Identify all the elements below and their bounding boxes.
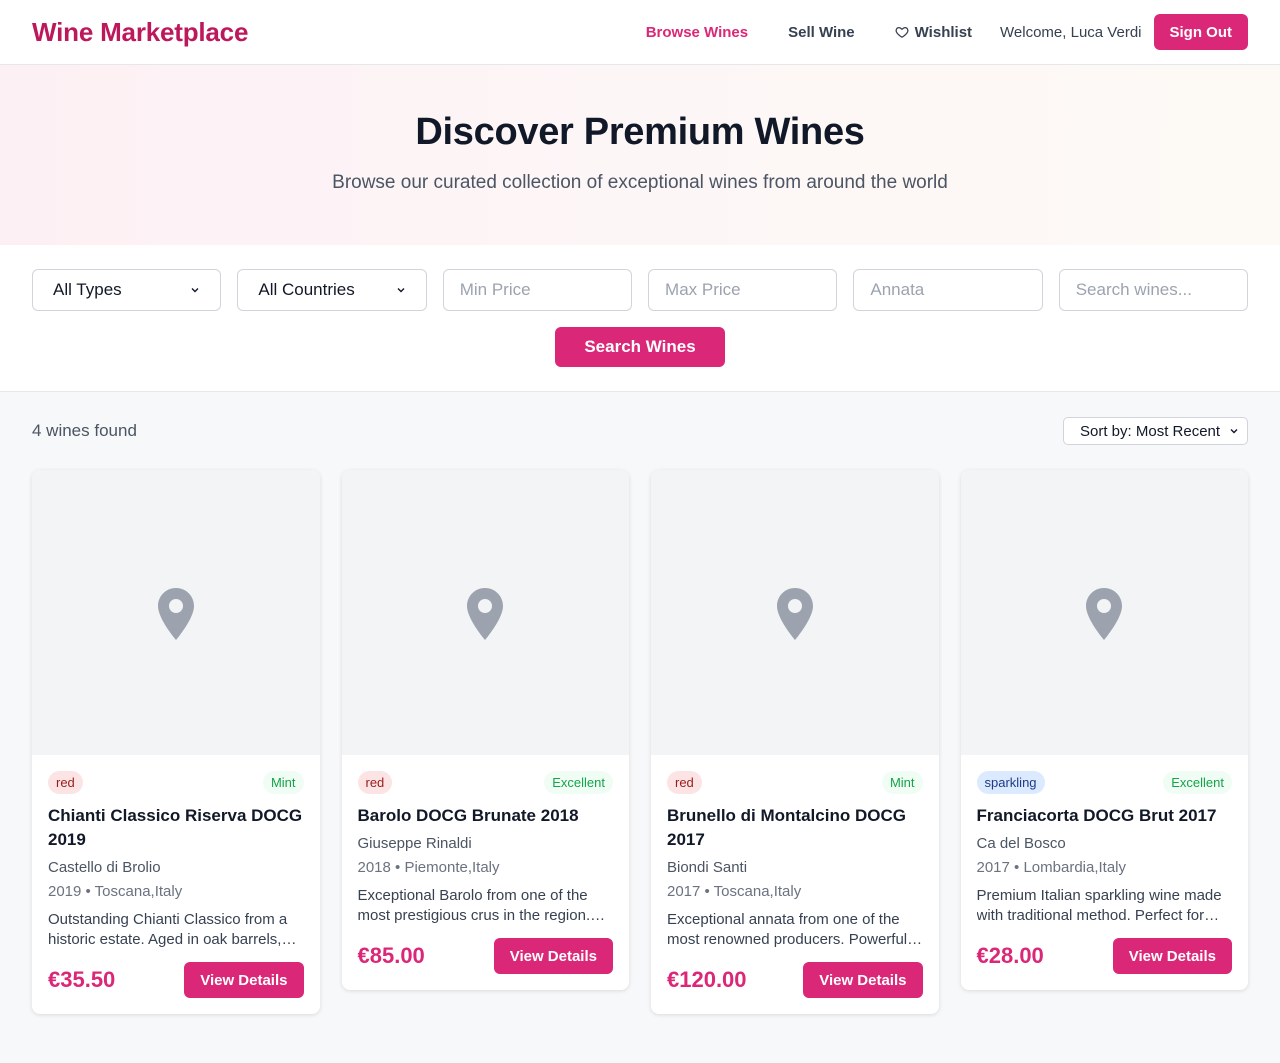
- wine-badges: red Mint: [48, 771, 304, 794]
- wine-card-body: sparkling Excellent Franciacorta DOCG Br…: [961, 755, 1249, 990]
- heart-icon: [895, 25, 909, 39]
- wine-image-placeholder[interactable]: [651, 470, 939, 755]
- hero-title: Discover Premium Wines: [415, 111, 865, 153]
- type-select[interactable]: All Types: [32, 269, 222, 311]
- sort-select[interactable]: Sort by: Most Recent: [1063, 417, 1248, 445]
- wine-title: Brunello di Montalcino DOCG 2017: [667, 806, 906, 849]
- wine-condition-badge: Excellent: [1163, 771, 1232, 794]
- wine-card-footer: €85.00 View Details: [357, 938, 613, 974]
- wine-badges: red Excellent: [357, 771, 613, 794]
- wine-type-badge: sparkling: [976, 771, 1045, 794]
- wine-description: Outstanding Chianti Classico from a hist…: [48, 911, 288, 948]
- annata-input[interactable]: [870, 280, 1026, 300]
- wine-card-body: red Mint Brunello di Montalcino DOCG 201…: [651, 755, 939, 1014]
- search-wines-button[interactable]: Search Wines: [555, 327, 725, 367]
- country-select-value: All Countries: [258, 280, 355, 299]
- wine-type-badge: red: [48, 771, 83, 794]
- wine-condition-badge: Excellent: [544, 771, 613, 794]
- wine-image-placeholder[interactable]: [32, 470, 320, 755]
- wine-meta: 2017 • Toscana,Italy: [667, 883, 802, 900]
- sign-out-button[interactable]: Sign Out: [1153, 14, 1248, 50]
- wine-card-footer: €28.00 View Details: [976, 938, 1232, 974]
- wine-card-body: red Mint Chianti Classico Riserva DOCG 2…: [32, 755, 320, 1014]
- wine-price: €35.50: [48, 967, 116, 992]
- wine-card-footer: €120.00 View Details: [667, 962, 923, 998]
- wine-grid: red Mint Chianti Classico Riserva DOCG 2…: [0, 470, 1280, 1014]
- wine-meta: 2017 • Lombardia,Italy: [976, 859, 1127, 876]
- wine-card-footer: €35.50 View Details: [48, 962, 304, 998]
- wine-meta: 2018 • Piemonte,Italy: [357, 859, 500, 876]
- wine-title: Barolo DOCG Brunate 2018: [357, 806, 579, 825]
- wine-condition-badge: Mint: [881, 771, 923, 794]
- wine-card-body: red Excellent Barolo DOCG Brunate 2018 G…: [342, 755, 630, 990]
- nav-wishlist-label: Wishlist: [914, 23, 973, 41]
- wine-card[interactable]: red Excellent Barolo DOCG Brunate 2018 G…: [341, 470, 630, 990]
- wine-type-badge: red: [667, 771, 702, 794]
- wine-producer: Biondi Santi: [667, 859, 748, 876]
- wine-title: Franciacorta DOCG Brut 2017: [976, 806, 1217, 825]
- annata-field[interactable]: [853, 269, 1043, 311]
- wine-price: €85.00: [357, 943, 425, 968]
- map-pin-icon: [1085, 587, 1123, 641]
- view-details-button[interactable]: View Details: [803, 962, 923, 998]
- wine-card[interactable]: sparkling Excellent Franciacorta DOCG Br…: [960, 470, 1249, 990]
- wine-image-placeholder[interactable]: [341, 470, 629, 755]
- wine-badges: red Mint: [667, 771, 923, 794]
- map-pin-icon: [157, 587, 195, 641]
- nav-wishlist[interactable]: Wishlist: [895, 24, 972, 41]
- wine-price: €120.00: [667, 967, 747, 992]
- wine-meta: 2019 • Toscana,Italy: [48, 883, 183, 900]
- type-select-value: All Types: [53, 280, 122, 299]
- hero-subtitle: Browse our curated collection of excepti…: [332, 172, 948, 193]
- wine-image-placeholder[interactable]: [960, 470, 1248, 755]
- chevron-down-icon: [396, 285, 406, 295]
- max-price-field[interactable]: [648, 269, 838, 311]
- wine-description: Exceptional Barolo from one of the most …: [357, 887, 591, 924]
- results-bar: 4 wines found Sort by: Most Recent: [0, 392, 1280, 470]
- wine-condition-badge: Mint: [262, 771, 304, 794]
- country-select[interactable]: All Countries: [237, 269, 427, 311]
- wine-badges: sparkling Excellent: [976, 771, 1232, 794]
- wine-description: Exceptional annata from one of the most …: [667, 911, 908, 948]
- max-price-input[interactable]: [665, 280, 821, 300]
- sort-select-value: Sort by: Most Recent: [1080, 422, 1221, 440]
- nav-browse-wines[interactable]: Browse Wines: [646, 24, 748, 41]
- nav-sell-wine[interactable]: Sell Wine: [788, 24, 855, 41]
- view-details-button[interactable]: View Details: [493, 938, 613, 974]
- chevron-down-icon: [1229, 426, 1239, 436]
- top-navbar: Wine Marketplace Browse Wines Sell Wine …: [0, 0, 1280, 65]
- search-field[interactable]: [1058, 269, 1249, 311]
- hero-banner: Discover Premium Wines Browse our curate…: [0, 65, 1280, 245]
- welcome-text: Welcome, Luca Verdi: [1000, 23, 1142, 41]
- min-price-input[interactable]: [459, 280, 616, 300]
- wine-price: €28.00: [976, 943, 1044, 968]
- wine-card[interactable]: red Mint Brunello di Montalcino DOCG 201…: [651, 470, 939, 1014]
- wine-title: Chianti Classico Riserva DOCG 2019: [48, 806, 303, 849]
- wine-producer: Giuseppe Rinaldi: [357, 835, 472, 852]
- search-row: Search Wines: [32, 327, 1248, 367]
- wine-producer: Castello di Brolio: [48, 859, 161, 876]
- wine-producer: Ca del Bosco: [976, 835, 1066, 852]
- wine-card[interactable]: red Mint Chianti Classico Riserva DOCG 2…: [32, 470, 320, 1014]
- brand-logo[interactable]: Wine Marketplace: [32, 17, 248, 48]
- chevron-down-icon: [190, 285, 200, 295]
- view-details-button[interactable]: View Details: [184, 962, 304, 998]
- filter-panel: All Types All Countries Search Wines: [0, 245, 1280, 392]
- wine-type-badge: red: [357, 771, 393, 794]
- results-count: 4 wines found: [32, 421, 137, 440]
- search-input[interactable]: [1075, 280, 1232, 300]
- min-price-field[interactable]: [442, 269, 633, 311]
- filter-row: All Types All Countries: [32, 269, 1249, 311]
- map-pin-icon: [776, 587, 814, 641]
- main-nav: Browse Wines Sell Wine Wishlist Welcome,…: [646, 14, 1248, 50]
- wine-description: Premium Italian sparkling wine made with…: [976, 887, 1222, 924]
- view-details-button[interactable]: View Details: [1112, 938, 1232, 974]
- map-pin-icon: [466, 587, 504, 641]
